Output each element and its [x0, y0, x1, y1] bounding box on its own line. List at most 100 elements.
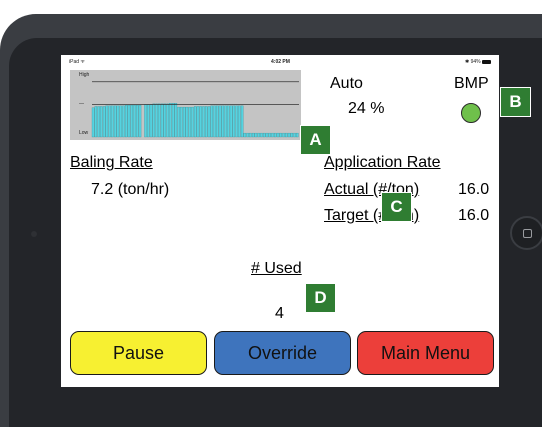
chart-bar [257, 132, 260, 138]
chart-bar [174, 103, 178, 138]
chart-bar [149, 104, 153, 138]
chart-bar [144, 104, 147, 138]
chart-bar [205, 106, 208, 138]
bmp-label: BMP [454, 75, 489, 92]
chart-bar [207, 106, 211, 138]
chart-bar [122, 105, 125, 138]
chart-bar [177, 106, 180, 138]
chart-bar [182, 106, 186, 138]
chart-bar [279, 132, 282, 138]
chart-bar [218, 105, 222, 138]
chart-bar [274, 132, 277, 138]
chart-bar [163, 103, 167, 138]
chart-bar [249, 132, 252, 138]
chart-bar [293, 132, 296, 138]
callout-d: D [305, 283, 336, 313]
chart-bar [196, 106, 200, 138]
app-screen: iPad ᯤ 4:02 PM ✱ 94% High — Low Auto 24 … [61, 55, 499, 387]
chart-bar [276, 132, 280, 138]
chart-bar [240, 105, 244, 138]
callout-c: C [381, 192, 412, 222]
chart-bar [152, 103, 156, 138]
chart-bar [111, 105, 114, 138]
chart-bar [251, 132, 255, 138]
override-button[interactable]: Override [214, 331, 351, 375]
mode-label: Auto [330, 75, 363, 92]
chart-bar [243, 132, 247, 138]
chart-bar [296, 132, 299, 138]
chart-bar [169, 103, 172, 138]
chart-bar [124, 105, 128, 138]
chart-bar [262, 132, 266, 138]
callout-b: B [500, 87, 531, 117]
chart-bar [100, 106, 103, 138]
camera-dot [31, 231, 37, 237]
chart-bar [91, 107, 95, 138]
clock: 4:02 PM [271, 59, 290, 65]
chart-bar [268, 132, 271, 138]
bmp-status-indicator [461, 103, 481, 123]
pause-button[interactable]: Pause [70, 331, 207, 375]
application-chart: High — Low [70, 70, 301, 140]
chart-bar [238, 105, 241, 138]
chart-bar [158, 103, 161, 138]
chart-bar [127, 105, 131, 138]
application-rate-title: Application Rate [324, 154, 441, 171]
chart-bar [147, 104, 150, 138]
chart-bar [116, 105, 120, 138]
battery-indicator: ✱ 94% [465, 59, 491, 65]
chart-bar [94, 106, 98, 138]
home-button[interactable] [510, 216, 542, 250]
actual-value: 16.0 [458, 181, 490, 198]
chart-bar [138, 105, 142, 138]
chart-bar [102, 106, 106, 138]
chart-bar [191, 106, 194, 138]
chart-bar [108, 105, 111, 138]
chart-bar [185, 106, 189, 138]
status-bar: iPad ᯤ 4:02 PM ✱ 94% [61, 55, 499, 67]
chart-bar [216, 105, 219, 138]
device-label: iPad ᯤ [69, 59, 85, 65]
home-square-icon [523, 229, 532, 238]
chart-bar [166, 103, 169, 138]
main-menu-button[interactable]: Main Menu [357, 331, 494, 375]
chart-svg [91, 81, 299, 138]
chart-bar [199, 106, 202, 138]
y-label-mid: — [79, 101, 84, 107]
chart-bar [193, 106, 197, 138]
chart-bar [271, 132, 274, 138]
chart-bar [133, 105, 136, 138]
chart-bar [232, 105, 236, 138]
battery-icon [482, 59, 491, 64]
mode-percent: 24 % [348, 100, 385, 117]
chart-bar [119, 105, 122, 138]
chart-bar [213, 105, 216, 138]
baling-rate-title: Baling Rate [70, 154, 153, 171]
chart-bar [254, 132, 258, 138]
chart-bar [113, 105, 117, 138]
chart-bar [221, 105, 225, 138]
chart-bar [287, 132, 291, 138]
chart-bar [224, 105, 227, 138]
y-label-high: High [79, 72, 90, 78]
chart-bar [235, 105, 238, 138]
chart-bar [202, 106, 205, 138]
chart-bar [290, 132, 294, 138]
chart-bar [160, 103, 164, 138]
target-value: 16.0 [458, 207, 490, 224]
chart-bar [130, 105, 133, 138]
battery-text: ✱ 94% [465, 59, 481, 65]
chart-bar [171, 103, 175, 138]
used-title: # Used [251, 260, 302, 277]
chart-bar [265, 132, 269, 138]
chart-bar [155, 103, 158, 138]
chart-bar [260, 132, 263, 138]
chart-bar [282, 132, 285, 138]
chart-bar [188, 106, 191, 138]
chart-bar [180, 106, 183, 138]
chart-bar [210, 105, 213, 138]
chart-bar [229, 105, 233, 138]
y-label-low: Low [79, 130, 89, 136]
callout-a: A [300, 125, 331, 155]
chart-bar [246, 132, 249, 138]
